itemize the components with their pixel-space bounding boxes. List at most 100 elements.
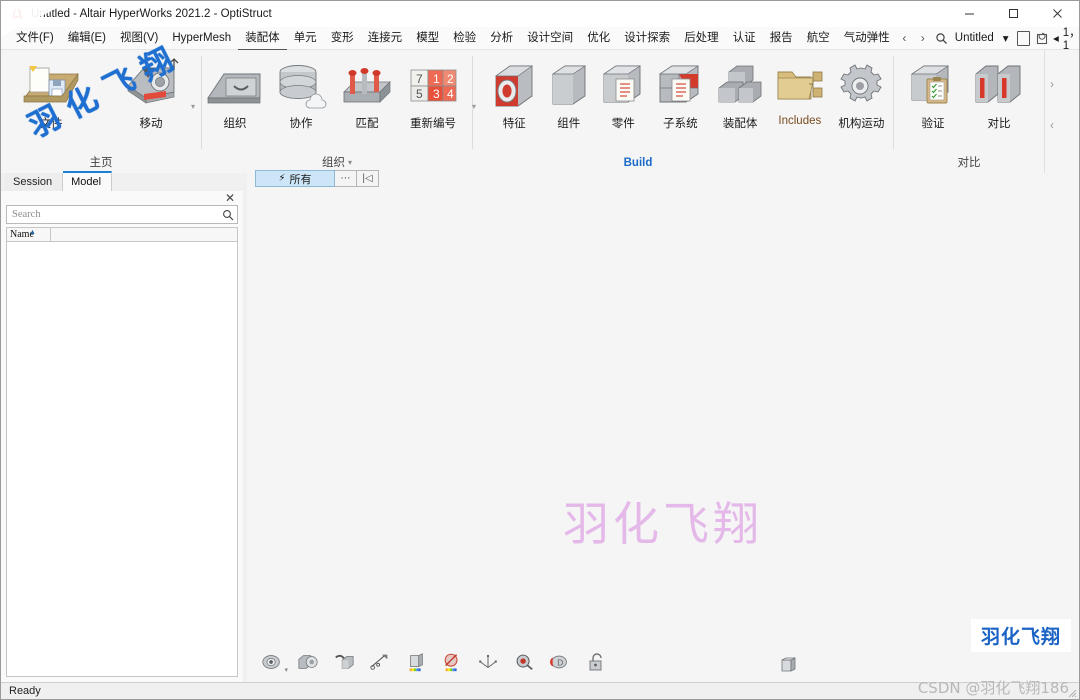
menu-item-post[interactable]: 后处理 <box>677 27 726 49</box>
compare-icon <box>972 58 1026 110</box>
ribbon-button-organize[interactable]: 组织 <box>202 58 268 131</box>
filter-more-button[interactable]: ⋯ <box>335 170 357 187</box>
search-input[interactable] <box>7 208 219 221</box>
ribbon-button-renumber[interactable]: 7 1 2 5 3 4 重新编号 ▾ <box>400 58 476 131</box>
tab-session[interactable]: Session <box>5 173 64 191</box>
ribbon-button-validate[interactable]: 验证 <box>900 58 966 131</box>
filter-reset-button[interactable]: |◁ <box>357 170 379 187</box>
maximize-button[interactable] <box>991 1 1035 26</box>
ribbon-scroll-prev-icon[interactable]: ‹ <box>1050 118 1054 132</box>
menu-item-file[interactable]: 文件(F) <box>9 27 61 49</box>
entity-filter-group: ⚡ 所有 ⋯ |◁ <box>255 170 379 187</box>
ribbon-group-label-compare: 对比 <box>894 151 1044 175</box>
menu-item-element[interactable]: 单元 <box>287 27 324 49</box>
ribbon-scroll-next-icon[interactable]: › <box>1050 77 1054 91</box>
menu-item-view[interactable]: 视图(V) <box>113 27 165 49</box>
renumber-icon: 7 1 2 5 3 4 <box>405 58 461 110</box>
model-browser-panel: Session Model ✕ Name ▲ <box>1 171 243 682</box>
menu-item-deform[interactable]: 变形 <box>324 27 361 49</box>
menu-item-assembly[interactable]: 装配体 <box>238 27 287 50</box>
filter-all-label: 所有 <box>289 173 312 186</box>
close-button[interactable] <box>1035 1 1079 26</box>
menu-item-connector[interactable]: 连接元 <box>361 27 410 49</box>
tree-column-name[interactable]: Name ▲ <box>7 228 51 241</box>
ribbon-button-move[interactable]: 移动 ▾ <box>101 58 201 131</box>
file-folder-icon <box>20 58 82 110</box>
new-window-icon[interactable] <box>1016 30 1030 46</box>
ribbon-button-subsystem[interactable]: 子系统 <box>650 58 710 131</box>
zoom-find-icon[interactable] <box>513 651 535 673</box>
menu-item-edit[interactable]: 编辑(E) <box>61 27 113 49</box>
ribbon-button-includes[interactable]: Includes <box>770 58 830 127</box>
mesh-lines-icon[interactable] <box>369 651 391 673</box>
ribbon-group-title-build: Build <box>623 157 653 169</box>
menu-item-optimize[interactable]: 优化 <box>580 27 617 49</box>
document-name-label[interactable]: Untitled <box>952 32 997 44</box>
menu-item-report[interactable]: 报告 <box>763 27 800 49</box>
menu-item-design-space[interactable]: 设计空间 <box>520 27 580 49</box>
svg-text:5: 5 <box>416 87 423 101</box>
chevron-down-icon[interactable]: ▾ <box>284 666 288 674</box>
menu-item-aerospace[interactable]: 航空 <box>800 27 837 49</box>
unlock-icon[interactable] <box>585 651 607 673</box>
page-icon[interactable] <box>779 656 797 674</box>
move-part-icon <box>118 58 184 110</box>
ribbon-button-match[interactable]: 匹配 <box>334 58 400 131</box>
svg-text:4: 4 <box>447 87 454 101</box>
assembly-icon <box>713 58 767 110</box>
svg-text:2: 2 <box>447 72 454 86</box>
drawer-icon <box>206 58 264 110</box>
csdn-watermark-text: CSDN @羽化飞翔186 <box>917 679 1069 697</box>
ribbon-button-part[interactable]: 零件 <box>596 58 650 131</box>
refresh-page-icon[interactable] <box>1035 29 1050 47</box>
chevron-down-icon[interactable]: ▾ <box>191 102 195 111</box>
filter-all-button[interactable]: ⚡ 所有 <box>255 170 335 187</box>
ribbon-label-validate: 验证 <box>921 118 945 130</box>
minimize-button[interactable] <box>947 1 991 26</box>
page-prev-icon[interactable]: ◂ <box>1053 31 1059 45</box>
menu-item-analysis[interactable]: 分析 <box>483 27 520 49</box>
tab-model[interactable]: Model <box>63 171 113 191</box>
shaded-elements-icon[interactable] <box>297 651 319 673</box>
menu-item-model[interactable]: 模型 <box>409 27 446 49</box>
ribbon-button-mechanism[interactable]: 机构运动 <box>830 58 893 131</box>
ribbon-button-file[interactable]: 文件 <box>1 58 101 131</box>
display-3d-icon[interactable]: D <box>549 651 571 673</box>
center-watermark: 羽化飞翔 <box>563 497 763 551</box>
menu-item-design-explore[interactable]: 设计探索 <box>617 27 677 49</box>
ribbon-button-compare[interactable]: 对比 <box>966 58 1032 131</box>
ribbon-group-home: 文件 移动 ▾ 主页 <box>1 50 201 175</box>
model-tree[interactable] <box>6 242 238 677</box>
chevron-right-icon[interactable]: › <box>915 29 930 47</box>
search-icon[interactable] <box>933 29 948 47</box>
menu-item-certify[interactable]: 认证 <box>726 27 763 49</box>
ribbon-button-assembly[interactable]: 装配体 <box>710 58 770 131</box>
graphics-viewport[interactable]: ⚡ 所有 ⋯ |◁ 羽化飞翔 Y X TOP <box>247 170 1079 699</box>
menu-item-check[interactable]: 检验 <box>446 27 483 49</box>
svg-text:3: 3 <box>433 87 440 101</box>
ribbon-label-part: 零件 <box>611 118 635 130</box>
no-color-icon[interactable] <box>441 651 463 673</box>
visualization-icon[interactable]: ▾ <box>261 651 288 674</box>
window-title: Untitled - Altair HyperWorks 2021.2 - Op… <box>31 7 272 20</box>
ribbon-label-component: 组件 <box>557 118 581 130</box>
ribbon-group-title-compare: 对比 <box>957 157 981 169</box>
menu-item-hypermesh[interactable]: HyperMesh <box>165 27 238 49</box>
ribbon-label-compare: 对比 <box>987 118 1011 130</box>
ribbon-label-assembly: 装配体 <box>722 118 758 130</box>
ribbon-button-collaborate[interactable]: 协作 <box>268 58 334 131</box>
ribbon-button-feature[interactable]: 特征 <box>487 58 541 131</box>
menu-item-aeroelastic[interactable]: 气动弹性 <box>837 27 897 49</box>
chevron-down-icon[interactable]: ▾ <box>1000 31 1012 45</box>
close-icon[interactable]: ✕ <box>225 192 235 204</box>
coordinate-system-icon[interactable] <box>477 651 499 673</box>
svg-text:1: 1 <box>433 72 440 86</box>
component-color-icon[interactable] <box>405 651 427 673</box>
search-icon[interactable] <box>219 209 237 221</box>
ribbon-toolbar: 文件 移动 ▾ 主页 组织 协作 匹配 7 1 2 5 3 4 重新编号 ▾ 组… <box>1 50 1079 176</box>
wireframe-icon[interactable] <box>333 651 355 673</box>
chevron-left-icon[interactable]: ‹ <box>897 29 912 47</box>
tree-column-blank <box>51 228 237 241</box>
status-text: Ready <box>9 685 41 697</box>
ribbon-button-component[interactable]: 组件 <box>541 58 595 131</box>
